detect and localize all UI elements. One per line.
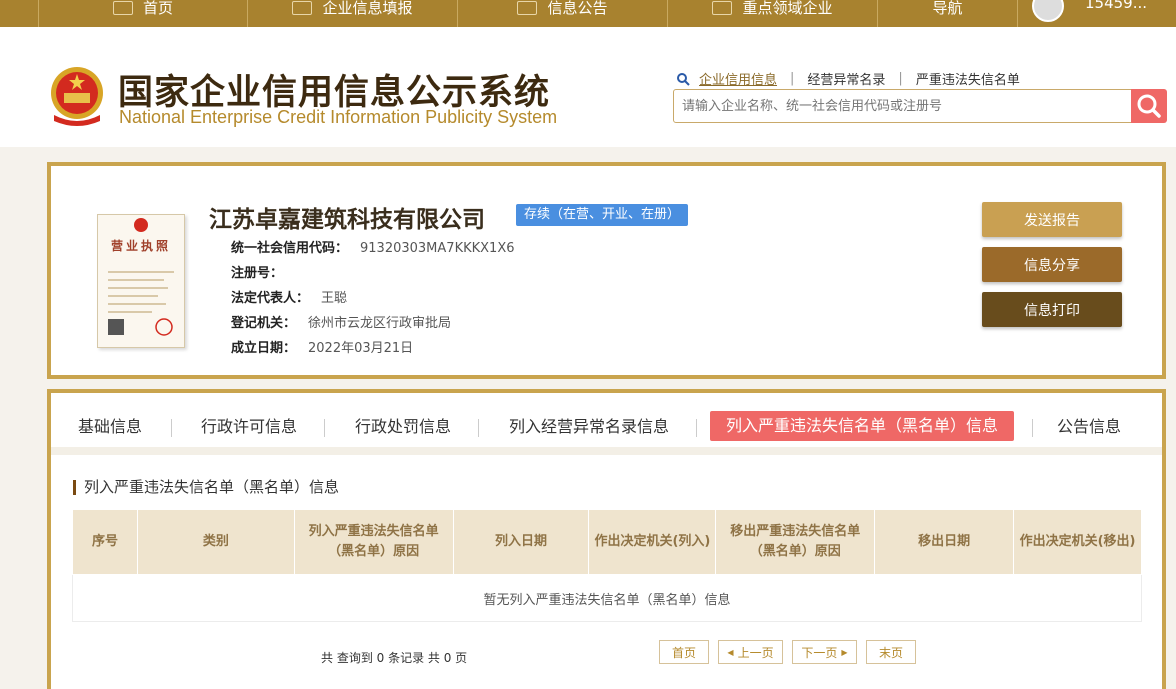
share-button[interactable]: 信息分享 bbox=[982, 247, 1122, 282]
tab-bar: 基础信息 行政许可信息 行政处罚信息 列入经营异常名录信息 列入严重违法失信名单… bbox=[51, 399, 1162, 445]
status-badge: 存续（在营、开业、在册） bbox=[516, 204, 689, 226]
blacklist-table: 序号 类别 列入严重违法失信名单（黑名单）原因 列入日期 作出决定机关(列入) … bbox=[72, 509, 1142, 622]
chevron-left-icon: ◀ bbox=[727, 647, 734, 657]
info-reg-number: 注册号： bbox=[231, 266, 284, 281]
print-button[interactable]: 信息打印 bbox=[982, 292, 1122, 327]
tab-abnormal-list[interactable]: 列入经营异常名录信息 bbox=[509, 413, 669, 437]
company-name: 江苏卓嘉建筑科技有限公司 bbox=[209, 207, 485, 233]
tab-divider bbox=[478, 419, 479, 437]
nav-item-key-enterprises[interactable]: 重点领域企业 bbox=[668, 0, 878, 27]
section-title: 列入严重违法失信名单（黑名单）信息 bbox=[73, 480, 339, 495]
column-header: 类别 bbox=[136, 509, 295, 575]
notice-icon bbox=[517, 0, 538, 15]
info-established-date: 成立日期： 2022年03月21日 bbox=[231, 341, 414, 356]
chevron-right-icon: ▶ bbox=[841, 647, 848, 657]
empty-message: 暂无列入严重违法失信名单（黑名单）信息 bbox=[72, 574, 1142, 622]
user-name[interactable]: 15459... bbox=[1085, 0, 1147, 12]
tab-divider bbox=[1032, 419, 1033, 437]
tab-underline bbox=[51, 447, 1162, 455]
search-button[interactable] bbox=[1131, 89, 1167, 123]
business-license-image[interactable]: 营业执照 bbox=[97, 214, 185, 348]
tab-divider bbox=[696, 419, 697, 437]
table-row: 暂无列入严重违法失信名单（黑名单）信息 bbox=[72, 574, 1142, 622]
divider: | bbox=[898, 71, 903, 86]
pagination-info: 共 查询到 0 条记录 共 0 页 bbox=[321, 651, 468, 665]
search-box bbox=[673, 89, 1133, 123]
column-header: 作出决定机关(移出) bbox=[1013, 509, 1142, 575]
prev-page-button[interactable]: ◀ 上一页 bbox=[718, 640, 783, 664]
last-page-button[interactable]: 末页 bbox=[866, 640, 916, 664]
column-header: 序号 bbox=[72, 509, 138, 575]
license-title: 营业执照 bbox=[110, 239, 171, 253]
megaphone-icon bbox=[712, 0, 733, 15]
company-panel: 营业执照 江苏卓嘉建筑科技有限公司 存续（在营、开业、在册） 统一社会信用代码：… bbox=[47, 162, 1166, 379]
next-page-button[interactable]: 下一页 ▶ bbox=[792, 640, 857, 664]
column-header: 移出日期 bbox=[874, 509, 1015, 575]
divider: | bbox=[790, 71, 795, 86]
nav-item-home[interactable]: 首页 bbox=[38, 0, 248, 27]
search-type-links: 企业信用信息 | 经营异常名录 | 严重违法失信名单 bbox=[676, 69, 1020, 88]
home-icon bbox=[112, 0, 133, 15]
search-icon bbox=[677, 72, 690, 86]
site-title-en: National Enterprise Credit Information P… bbox=[119, 107, 558, 127]
column-header: 列入日期 bbox=[452, 509, 590, 575]
site-header: 国家企业信用信息公示系统 National Enterprise Credit … bbox=[0, 27, 1176, 147]
column-header: 作出决定机关(列入) bbox=[588, 509, 717, 575]
column-header: 列入严重违法失信名单（黑名单）原因 bbox=[293, 509, 454, 575]
national-emblem-icon bbox=[51, 67, 103, 126]
nav-item-report[interactable]: 企业信息填报 bbox=[248, 0, 458, 27]
send-report-button[interactable]: 发送报告 bbox=[982, 202, 1122, 237]
link-abnormal-list[interactable]: 经营异常名录 bbox=[807, 69, 885, 88]
info-legal-rep: 法定代表人： 王聪 bbox=[231, 291, 348, 306]
table-header-row: 序号 类别 列入严重违法失信名单（黑名单）原因 列入日期 作出决定机关(列入) … bbox=[72, 509, 1142, 575]
nav-item-navigation[interactable]: 导航 bbox=[878, 0, 1018, 27]
edit-icon bbox=[292, 0, 313, 15]
column-header: 移出严重违法失信名单（黑名单）原因 bbox=[715, 509, 876, 575]
top-nav: 首页 企业信息填报 信息公告 重点领域企业 导航 15459... bbox=[0, 0, 1176, 27]
tab-admin-license[interactable]: 行政许可信息 bbox=[201, 413, 297, 437]
info-credit-code: 统一社会信用代码： 91320303MA7KKKX1X6 bbox=[231, 241, 515, 256]
tab-blacklist[interactable]: 列入严重违法失信名单（黑名单）信息 bbox=[710, 411, 1015, 441]
tab-admin-penalty[interactable]: 行政处罚信息 bbox=[355, 413, 451, 437]
first-page-button[interactable]: 首页 bbox=[659, 640, 709, 664]
search-icon bbox=[1137, 94, 1161, 118]
tab-divider bbox=[171, 419, 172, 437]
license-seal-icon bbox=[108, 218, 174, 336]
search-input[interactable] bbox=[680, 90, 1124, 122]
link-blacklist[interactable]: 严重违法失信名单 bbox=[916, 69, 1020, 88]
detail-panel: 基础信息 行政许可信息 行政处罚信息 列入经营异常名录信息 列入严重违法失信名单… bbox=[47, 389, 1166, 689]
tab-basic-info[interactable]: 基础信息 bbox=[78, 413, 142, 437]
info-reg-authority: 登记机关： 徐州市云龙区行政审批局 bbox=[231, 316, 452, 331]
link-credit-info[interactable]: 企业信用信息 bbox=[699, 69, 777, 88]
avatar[interactable] bbox=[1032, 0, 1064, 22]
nav-item-notice[interactable]: 信息公告 bbox=[458, 0, 668, 27]
tab-announcements[interactable]: 公告信息 bbox=[1057, 413, 1121, 437]
tab-divider bbox=[324, 419, 325, 437]
